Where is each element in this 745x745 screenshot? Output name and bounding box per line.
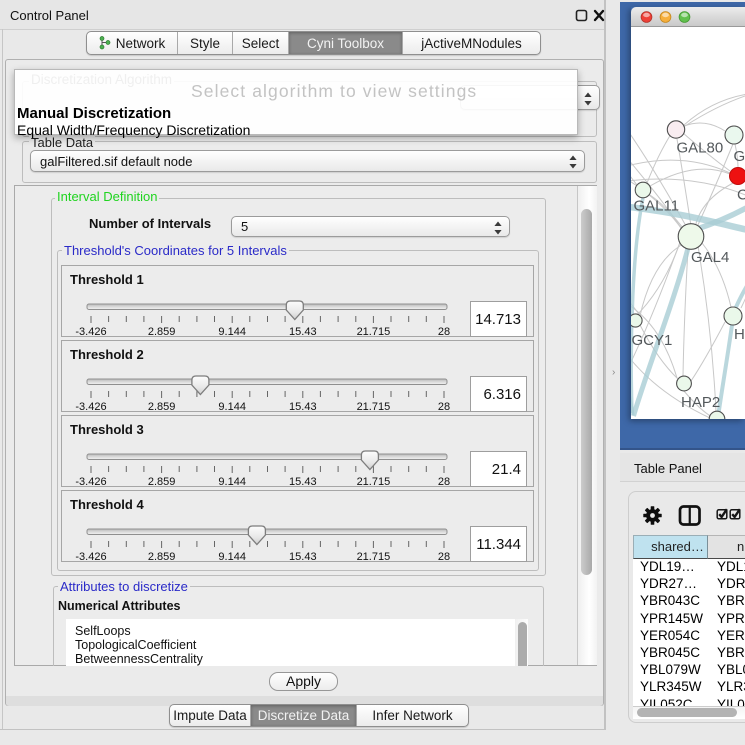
svg-text:H: H [734, 326, 745, 343]
svg-text:9.144: 9.144 [218, 326, 246, 338]
svg-text:15.43: 15.43 [289, 401, 317, 413]
svg-text:-3.426: -3.426 [75, 326, 106, 338]
svg-text:G: G [734, 148, 745, 165]
svg-text:28: 28 [438, 326, 450, 338]
svg-text:15.43: 15.43 [289, 476, 317, 488]
svg-text:HAP2: HAP2 [681, 394, 720, 411]
svg-text:21.715: 21.715 [357, 551, 391, 563]
svg-text:28: 28 [438, 551, 450, 563]
svg-text:GAL11: GAL11 [634, 198, 680, 215]
svg-text:28: 28 [438, 401, 450, 413]
svg-text:21.715: 21.715 [357, 401, 391, 413]
svg-text:-3.426: -3.426 [75, 476, 106, 488]
svg-text:2.859: 2.859 [148, 551, 176, 563]
svg-text:2.859: 2.859 [148, 476, 176, 488]
svg-text:21.715: 21.715 [357, 326, 391, 338]
svg-text:9.144: 9.144 [218, 476, 246, 488]
svg-text:15.43: 15.43 [289, 551, 317, 563]
svg-text:2.859: 2.859 [148, 401, 176, 413]
svg-text:28: 28 [438, 476, 450, 488]
svg-text:9.144: 9.144 [218, 401, 246, 413]
svg-text:9.144: 9.144 [218, 551, 246, 563]
svg-text:2.859: 2.859 [148, 326, 176, 338]
svg-text:GAL4: GAL4 [691, 249, 729, 266]
svg-text:-3.426: -3.426 [75, 401, 106, 413]
svg-text:-3.426: -3.426 [75, 551, 106, 563]
svg-text:GAL80: GAL80 [677, 140, 724, 157]
svg-text:GCY1: GCY1 [632, 332, 673, 349]
svg-text:15.43: 15.43 [289, 326, 317, 338]
svg-text:21.715: 21.715 [357, 476, 391, 488]
svg-text:C: C [737, 187, 745, 204]
